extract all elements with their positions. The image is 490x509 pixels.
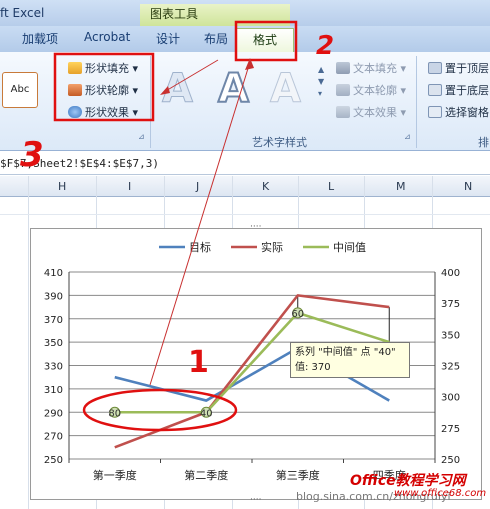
annotation-ellipse <box>82 388 238 432</box>
annotation-overlay: 2 3 1 <box>20 20 334 432</box>
annotation-box-format-tab <box>234 20 298 62</box>
annotation-number-3: 3 <box>20 135 44 175</box>
annotation-number-2: 2 <box>316 31 334 61</box>
annotation-arrowhead <box>160 86 170 95</box>
annotation-box-shape-style <box>53 52 155 122</box>
watermark-url: www.office68.com <box>394 488 487 499</box>
watermark-logo: Office教程学习网 <box>350 473 466 489</box>
annotation-arrow-line <box>163 59 219 93</box>
annotation-number-1: 1 <box>188 345 209 380</box>
annotation-arrow-line <box>149 61 251 386</box>
